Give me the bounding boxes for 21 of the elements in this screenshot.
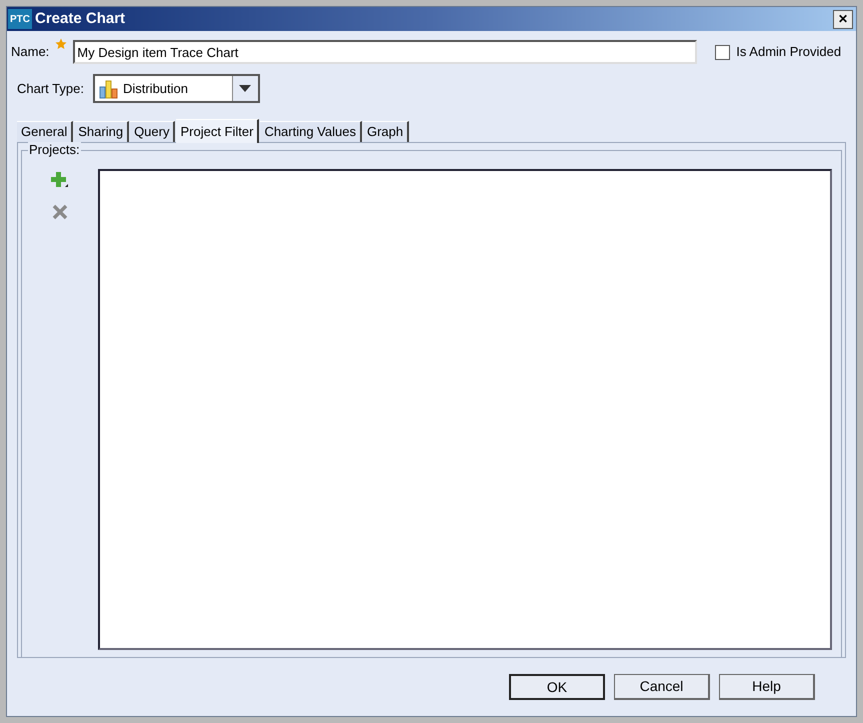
bar-chart-icon xyxy=(98,78,120,98)
chart-type-label: Chart Type: xyxy=(17,80,84,98)
tab[interactable]: Graph xyxy=(362,121,410,142)
tab[interactable]: General xyxy=(17,121,74,142)
dialog-button[interactable]: OK xyxy=(509,674,605,700)
admin-label: Is Admin Provided xyxy=(736,43,842,62)
tab[interactable]: Query xyxy=(130,121,176,142)
dialog-button[interactable]: Cancel xyxy=(614,674,710,700)
chart-type-dropdown[interactable]: Distribution xyxy=(92,74,260,103)
name-label: Name: xyxy=(11,43,50,62)
projects-label: Projects: xyxy=(28,142,81,158)
tab[interactable]: Charting Values xyxy=(260,121,362,142)
tab[interactable]: Sharing xyxy=(74,121,130,142)
app-logo: PTC xyxy=(8,9,32,29)
chart-type-value: Distribution xyxy=(122,80,189,98)
close-button[interactable]: ✕ xyxy=(833,10,853,28)
tab[interactable]: Project Filter xyxy=(176,119,260,143)
admin-checkbox[interactable] xyxy=(715,44,730,60)
name-input[interactable]: My Design item Trace Chart xyxy=(73,40,698,64)
dialog-button[interactable]: Help xyxy=(719,674,815,700)
window-title: Create Chart xyxy=(35,8,126,29)
